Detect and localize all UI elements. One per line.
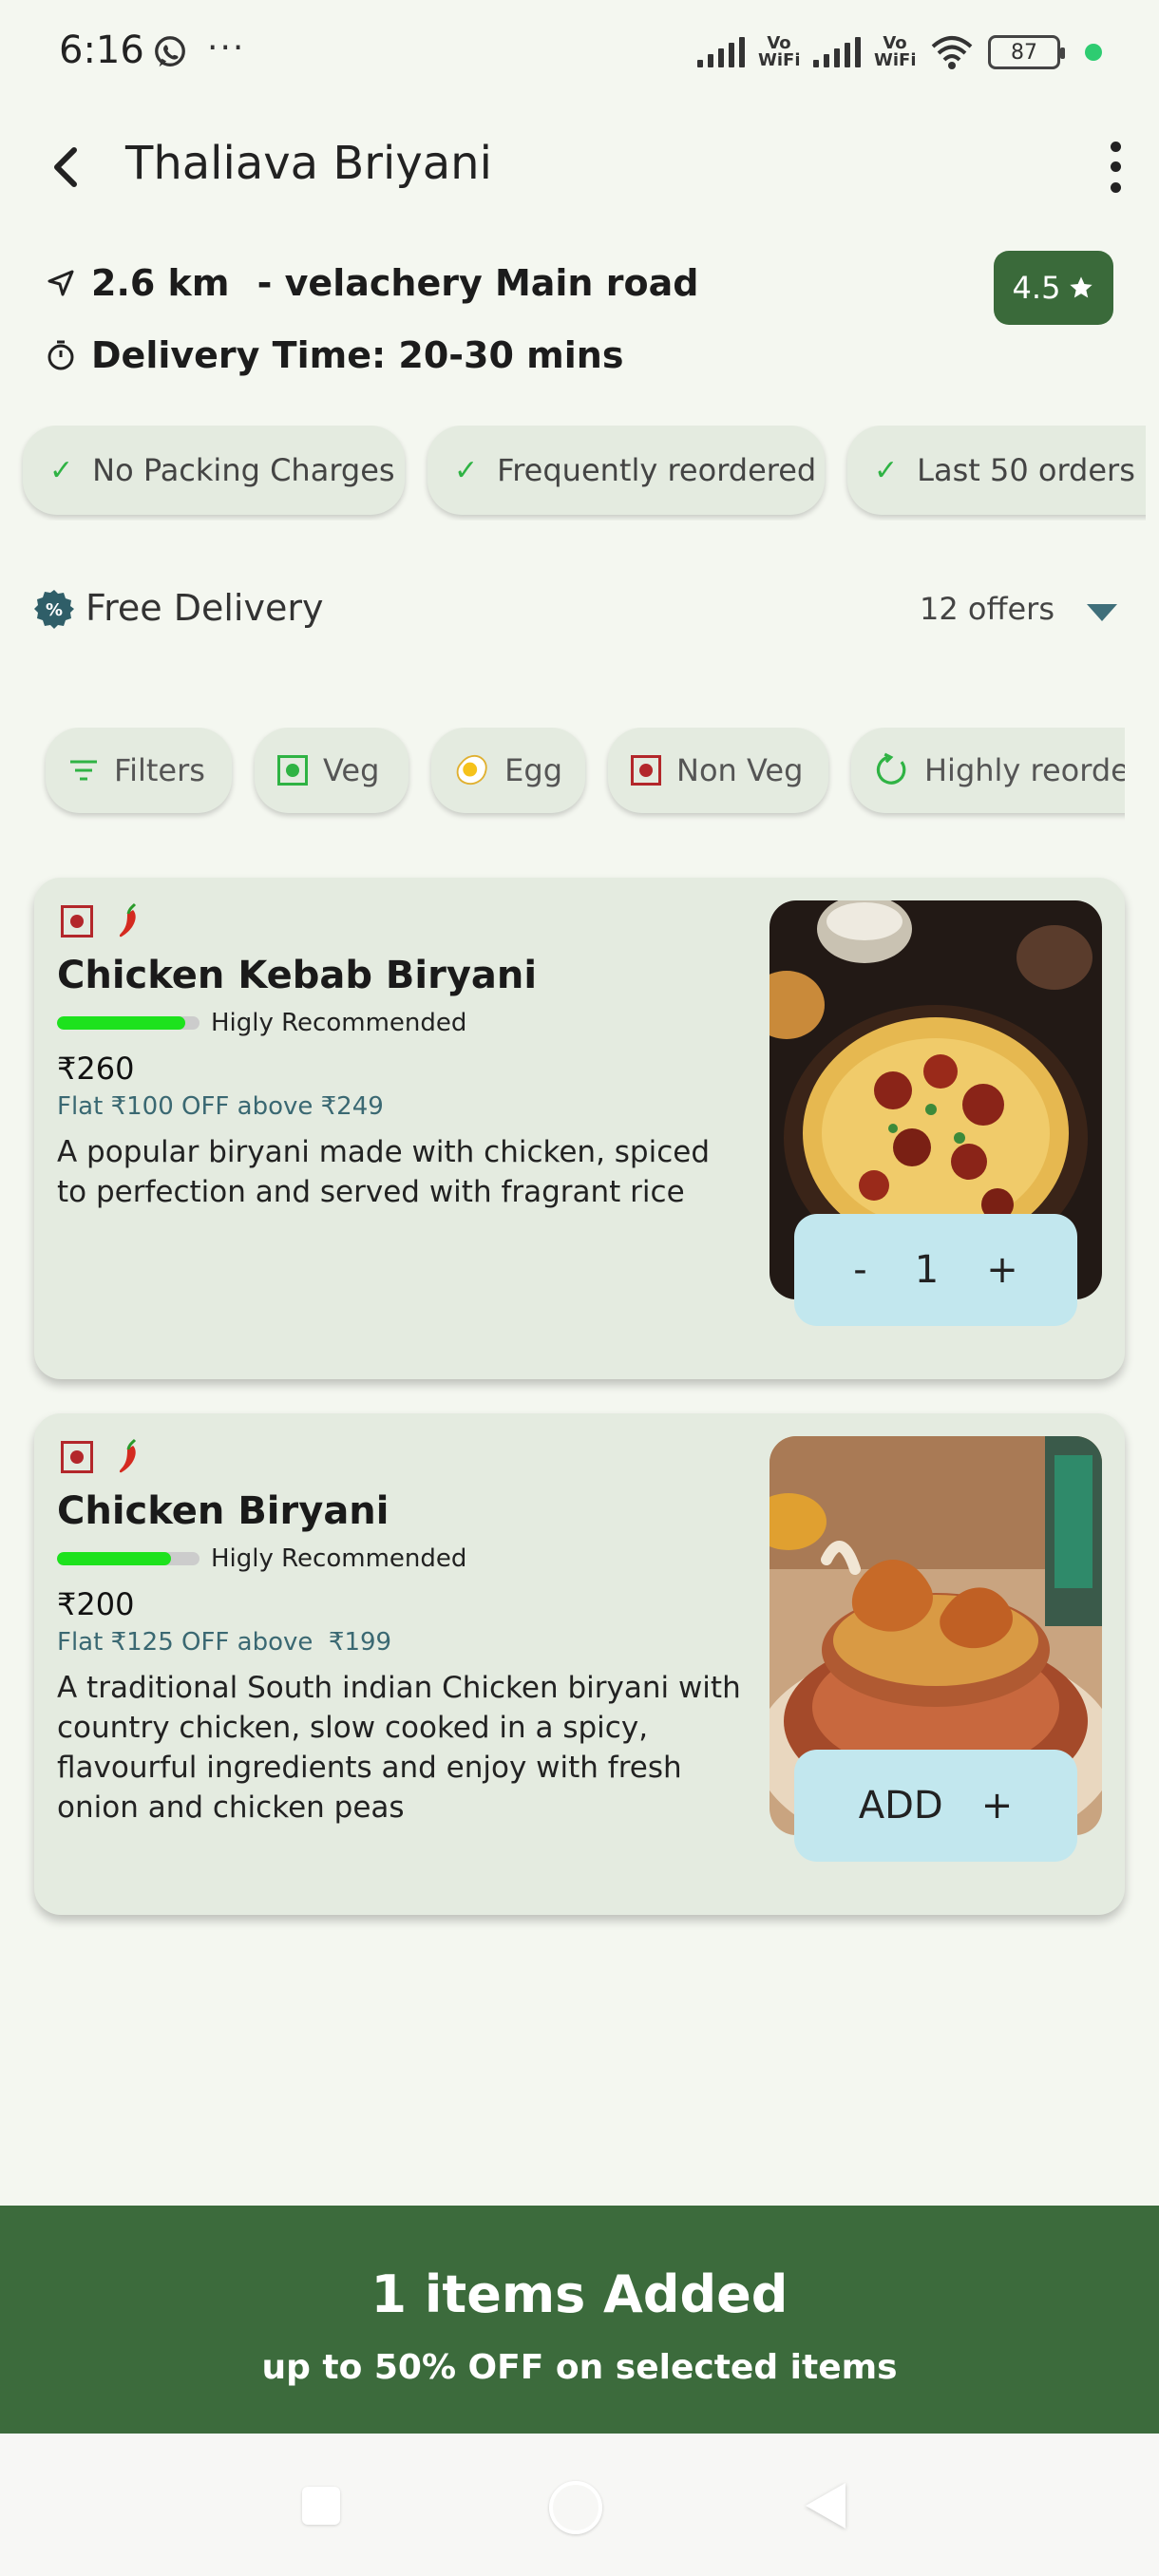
recommendation-row: Higly Recommended bbox=[57, 1009, 466, 1037]
dish-offer: Flat ₹100 OFF above ₹249 bbox=[57, 1092, 384, 1121]
non-veg-mark-icon bbox=[61, 1441, 93, 1473]
filter-veg[interactable]: Veg bbox=[255, 728, 408, 813]
recommendation-bar-fill bbox=[57, 1552, 171, 1565]
rating-value: 4.5 bbox=[1012, 270, 1061, 306]
chip-last-50-orders[interactable]: ✓ Last 50 orders w bbox=[847, 426, 1146, 515]
check-icon: ✓ bbox=[454, 453, 479, 487]
status-time: 6:16 bbox=[59, 28, 144, 72]
chip-label: No Packing Charges bbox=[92, 452, 395, 488]
chili-icon bbox=[119, 902, 137, 938]
dish-description: A traditional South indian Chicken birya… bbox=[57, 1671, 741, 1825]
filter-icon bbox=[70, 760, 97, 781]
add-plus-icon: + bbox=[980, 1784, 1014, 1828]
recents-button[interactable] bbox=[302, 2487, 340, 2525]
chip-frequently-reordered[interactable]: ✓ Frequently reordered bbox=[428, 426, 825, 515]
recommendation-row: Higly Recommended bbox=[57, 1544, 466, 1573]
chip-label: Last 50 orders w bbox=[917, 452, 1146, 488]
timer-icon bbox=[48, 340, 74, 370]
highlight-chips: ✓ No Packing Charges ✓ Frequently reorde… bbox=[0, 426, 1146, 521]
add-button[interactable]: ADD + bbox=[794, 1750, 1077, 1862]
chip-no-packing[interactable]: ✓ No Packing Charges bbox=[23, 426, 405, 515]
veg-mark-icon bbox=[277, 755, 308, 786]
system-back-button[interactable] bbox=[806, 2483, 846, 2529]
star-icon bbox=[1070, 276, 1093, 298]
dish-description: A popular biryani made with chicken, spi… bbox=[57, 1135, 711, 1209]
increase-button[interactable]: + bbox=[986, 1248, 1018, 1292]
refresh-icon bbox=[876, 752, 906, 785]
chili-icon bbox=[119, 1438, 137, 1473]
dropdown-caret-icon[interactable] bbox=[1087, 604, 1117, 621]
filter-non-veg[interactable]: Non Veg bbox=[608, 728, 828, 813]
chip-label: Frequently reordered bbox=[497, 452, 817, 488]
offers-count: 12 offers bbox=[919, 591, 1054, 627]
back-arrow-icon[interactable] bbox=[38, 139, 95, 196]
check-icon: ✓ bbox=[874, 453, 899, 487]
filters-button[interactable]: Filters bbox=[46, 728, 232, 813]
system-nav-bar bbox=[0, 2434, 1159, 2576]
dish-price: ₹200 bbox=[57, 1586, 135, 1622]
address: - velachery Main road bbox=[244, 262, 699, 304]
home-button[interactable] bbox=[549, 2481, 602, 2534]
dish-name: Chicken Kebab Biryani bbox=[57, 954, 538, 997]
cart-offer-subtitle: up to 50% OFF on selected items bbox=[261, 2348, 898, 2387]
delivery-time: Delivery Time: 20-30 mins bbox=[91, 334, 624, 376]
filter-egg[interactable]: Egg bbox=[431, 728, 585, 813]
free-delivery-label: Free Delivery bbox=[86, 587, 324, 629]
location-row: 2.6 km - velachery Main road bbox=[46, 262, 698, 304]
battery-icon: 87 bbox=[988, 35, 1065, 69]
highly-reordered-label: Highly reorder bbox=[923, 752, 1125, 788]
app-bar: Thaliava Briyani bbox=[0, 123, 1159, 209]
dish-card[interactable]: Chicken Biryani Higly Recommended ₹200 F… bbox=[34, 1413, 1125, 1915]
recommendation-label: Higly Recommended bbox=[211, 1544, 467, 1573]
vowifi-label: Vo WiFi bbox=[758, 33, 801, 70]
notification-more-icon: ··· bbox=[207, 28, 246, 67]
egg-label: Egg bbox=[504, 752, 562, 788]
status-bar: 6:16 ··· Vo WiFi Vo WiFi 87 bbox=[0, 0, 1159, 104]
recommendation-label: Higly Recommended bbox=[211, 1009, 467, 1037]
recommendation-bar bbox=[57, 1016, 200, 1030]
distance: 2.6 km bbox=[91, 262, 230, 304]
vowifi-label-2: Vo WiFi bbox=[874, 33, 917, 70]
dish-offer: Flat ₹125 OFF above ₹199 bbox=[57, 1628, 392, 1657]
recommendation-bar bbox=[57, 1552, 200, 1565]
quantity-value: 1 bbox=[914, 1248, 940, 1292]
dish-price: ₹260 bbox=[57, 1051, 135, 1087]
discount-badge-icon: % bbox=[34, 590, 74, 629]
delivery-time-row: Delivery Time: 20-30 mins bbox=[46, 334, 623, 376]
filter-highly-reordered[interactable]: Highly reorder bbox=[851, 728, 1125, 813]
cart-items-added: 1 items Added bbox=[370, 2264, 788, 2324]
egg-icon bbox=[456, 754, 487, 786]
cart-banner[interactable]: 1 items Added up to 50% OFF on selected … bbox=[0, 2206, 1159, 2434]
non-veg-mark-icon bbox=[631, 755, 661, 786]
battery-level: 87 bbox=[1011, 40, 1037, 65]
filter-chips: Filters Veg Egg Non Veg Highly reorder bbox=[0, 728, 1125, 823]
dish-card[interactable]: Chicken Kebab Biryani Higly Recommended … bbox=[34, 878, 1125, 1379]
veg-label: Veg bbox=[323, 752, 380, 788]
privacy-indicator-icon bbox=[1085, 44, 1102, 61]
offers-row[interactable]: % Free Delivery 12 offers bbox=[34, 581, 1127, 640]
dish-name: Chicken Biryani bbox=[57, 1489, 390, 1533]
check-icon: ✓ bbox=[49, 453, 74, 487]
signal-icon bbox=[697, 37, 745, 67]
filters-label: Filters bbox=[114, 752, 205, 788]
svg-text:%: % bbox=[46, 600, 63, 620]
more-options-icon[interactable] bbox=[1096, 137, 1134, 198]
decrease-button[interactable]: - bbox=[853, 1248, 866, 1292]
quantity-stepper: - 1 + bbox=[794, 1214, 1077, 1326]
whatsapp-icon bbox=[155, 36, 185, 67]
recommendation-bar-fill bbox=[57, 1016, 185, 1030]
non-veg-mark-icon bbox=[61, 905, 93, 938]
wifi-icon bbox=[931, 36, 973, 69]
add-label: ADD bbox=[858, 1784, 943, 1828]
navigation-arrow-icon bbox=[48, 270, 74, 296]
rating-badge: 4.5 bbox=[994, 251, 1113, 325]
page-title: Thaliava Briyani bbox=[125, 137, 492, 190]
signal-icon-2 bbox=[813, 37, 861, 67]
non-veg-label: Non Veg bbox=[676, 752, 804, 788]
